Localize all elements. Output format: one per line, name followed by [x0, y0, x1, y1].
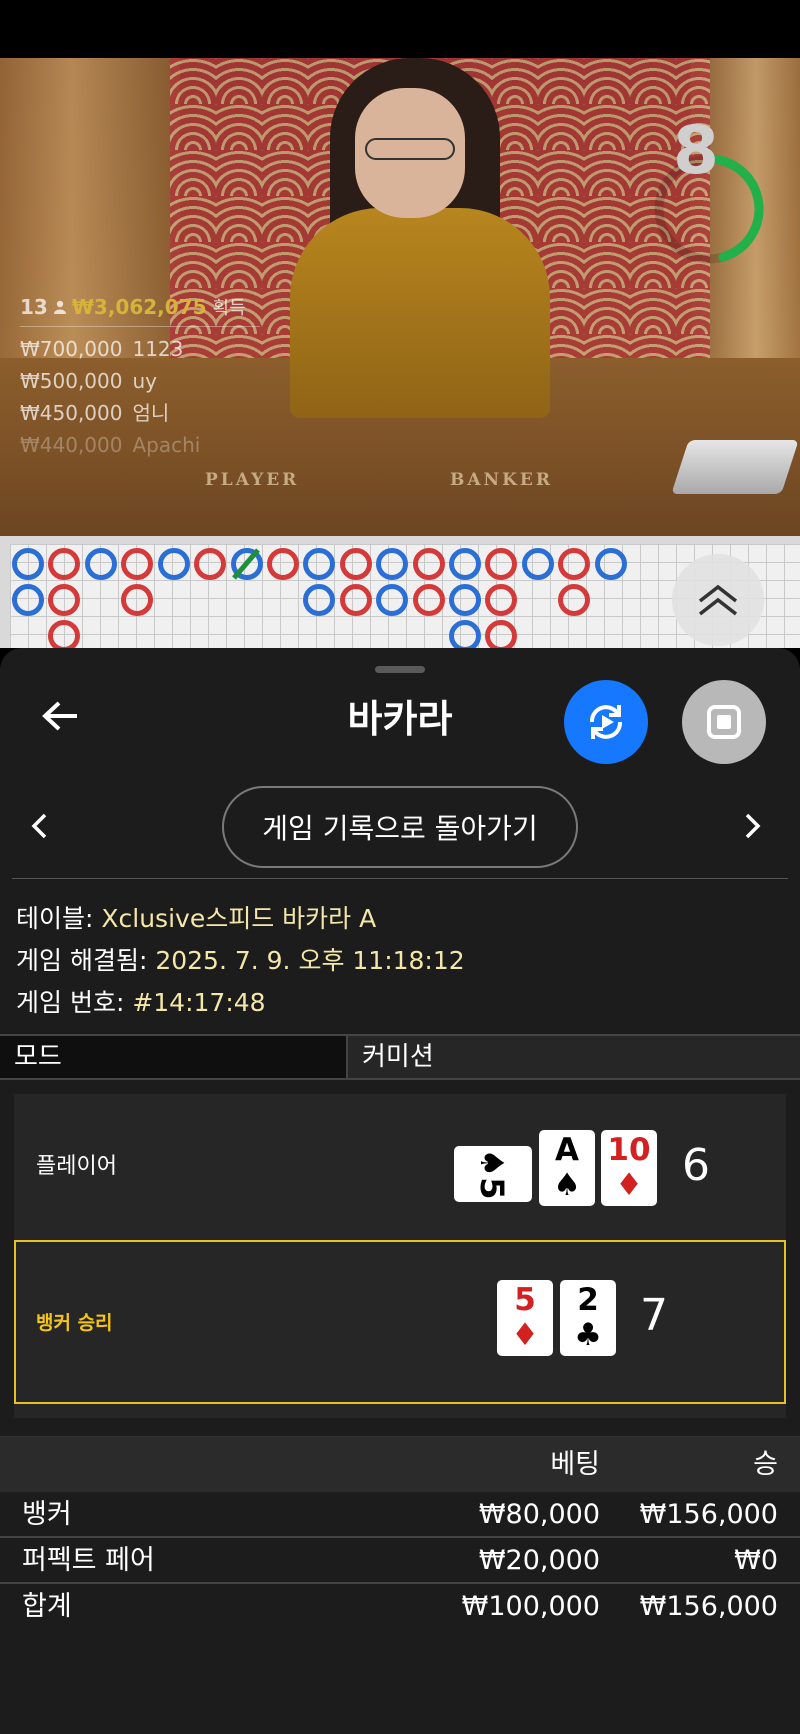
player-card-1: A ♠ — [539, 1130, 595, 1206]
bead-player — [449, 548, 481, 580]
bead-player — [12, 584, 44, 616]
card-shoe — [671, 440, 799, 494]
bead-banker — [121, 548, 153, 580]
banker-win-label: 뱅커 승리 — [36, 1312, 113, 1334]
stop-button[interactable] — [682, 680, 766, 764]
banker-hand: 뱅커 승리 5 ♦ 2 ♣ 7 — [14, 1240, 786, 1404]
bead-banker — [267, 548, 299, 580]
bead-banker — [48, 620, 80, 648]
status-bar — [0, 0, 800, 58]
total-row: 합계 ₩100,000 ₩156,000 — [22, 1591, 778, 1622]
bead-banker — [121, 584, 153, 616]
bead-banker — [558, 584, 590, 616]
stop-icon — [707, 705, 741, 739]
banker-card-1: 5 ♦ — [497, 1280, 553, 1356]
bead-player — [449, 620, 481, 648]
live-video[interactable]: PLAYER BANKER 13 ₩3,062,075 획득 ₩700,000 1… — [0, 58, 800, 536]
dealer — [270, 58, 570, 418]
user-icon — [53, 300, 66, 314]
tab-mode[interactable]: 모드 — [0, 1036, 348, 1078]
next-game-button[interactable] — [744, 806, 774, 846]
banker-score: 7 — [640, 1290, 668, 1341]
round-result: 플레이어 ♠5 A ♠ 10 ♦ 6 뱅커 승리 5 ♦ 2 ♣ 7 — [14, 1094, 786, 1418]
drag-handle[interactable] — [375, 666, 425, 673]
bead-player — [12, 548, 44, 580]
bead-player — [303, 548, 335, 580]
winner-row: ₩700,000 1123 — [20, 337, 184, 361]
bead-banker — [340, 584, 372, 616]
countdown-value: 8 — [673, 112, 719, 189]
bead-banker — [194, 548, 226, 580]
bead-banker — [48, 548, 80, 580]
tab-commission[interactable]: 커미션 — [348, 1036, 800, 1078]
winners-header: 13 ₩3,062,075 획득 — [20, 294, 260, 327]
bead-banker — [413, 548, 445, 580]
player-card-2: 10 ♦ — [601, 1130, 657, 1206]
chevron-right-icon — [745, 813, 761, 839]
bead-banker — [485, 584, 517, 616]
table-info: 테이블: Xclusive스피드 바카라 A — [16, 904, 377, 933]
player-card-3: ♠5 — [454, 1146, 532, 1202]
bead-banker — [413, 584, 445, 616]
player-score: 6 — [682, 1140, 710, 1191]
divider — [12, 878, 788, 879]
player-label: 플레이어 — [36, 1154, 117, 1179]
bead-player — [303, 584, 335, 616]
banker-card-2: 2 ♣ — [560, 1280, 616, 1356]
winners-list: 13 ₩3,062,075 획득 ₩700,000 1123 ₩500,000 uy… — [20, 294, 260, 461]
back-to-history-button[interactable]: 게임 기록으로 돌아가기 — [222, 786, 578, 868]
bead-player — [595, 548, 627, 580]
bead-player — [522, 548, 554, 580]
winners-label: 획득 — [212, 298, 246, 319]
bead-player — [376, 584, 408, 616]
expand-roadmap-button[interactable] — [672, 554, 764, 646]
bead-banker — [485, 620, 517, 648]
winner-row: ₩450,000 엄니 — [20, 401, 170, 425]
page-title: 바카라 — [347, 697, 453, 741]
replay-button[interactable] — [564, 680, 648, 764]
tie-mark — [232, 548, 260, 580]
bead-player — [85, 548, 117, 580]
winners-count: 13 — [20, 295, 48, 319]
table-row: 퍼펙트 페어 ₩20,000 ₩0 — [0, 1538, 800, 1584]
info-tabs: 모드 커미션 — [0, 1034, 800, 1080]
game-history-panel: 바카라 게임 기록으로 돌아가기 테이블: Xclusive스피드 바카라 A … — [0, 648, 800, 1734]
table-row: 뱅커 ₩80,000 ₩156,000 — [0, 1492, 800, 1538]
replay-icon — [590, 705, 622, 739]
winners-total: ₩3,062,075 — [71, 295, 207, 319]
double-chevron-up-icon — [698, 584, 738, 616]
bead-player — [376, 548, 408, 580]
bet-column-header: 베팅 — [550, 1449, 600, 1480]
bead-banker — [48, 584, 80, 616]
bead-player — [158, 548, 190, 580]
bead-player — [449, 584, 481, 616]
game-number-info: 게임 번호: #14:17:48 — [16, 988, 266, 1017]
game-info: 테이블: Xclusive스피드 바카라 A 게임 해결됨: 2025. 7. … — [16, 898, 465, 1024]
bead-banker — [485, 548, 517, 580]
bets-table: 베팅 승 뱅커 ₩80,000 ₩156,000 퍼펙트 페어 ₩20,000 … — [0, 1436, 800, 1630]
bets-header: 베팅 승 — [0, 1436, 800, 1492]
player-hand: 플레이어 ♠5 A ♠ 10 ♦ 6 — [14, 1094, 786, 1240]
previous-game-button[interactable] — [30, 806, 60, 846]
felt-player-label: PLAYER — [205, 470, 300, 490]
resolved-info: 게임 해결됨: 2025. 7. 9. 오후 11:18:12 — [16, 946, 465, 975]
win-column-header: 승 — [753, 1449, 778, 1480]
felt-banker-label: BANKER — [450, 470, 553, 490]
bead-banker — [340, 548, 372, 580]
chevron-left-icon — [31, 813, 47, 839]
winner-row: ₩500,000 uy — [20, 369, 157, 393]
winner-row: ₩440,000 Apachi — [20, 433, 201, 457]
bead-banker — [558, 548, 590, 580]
